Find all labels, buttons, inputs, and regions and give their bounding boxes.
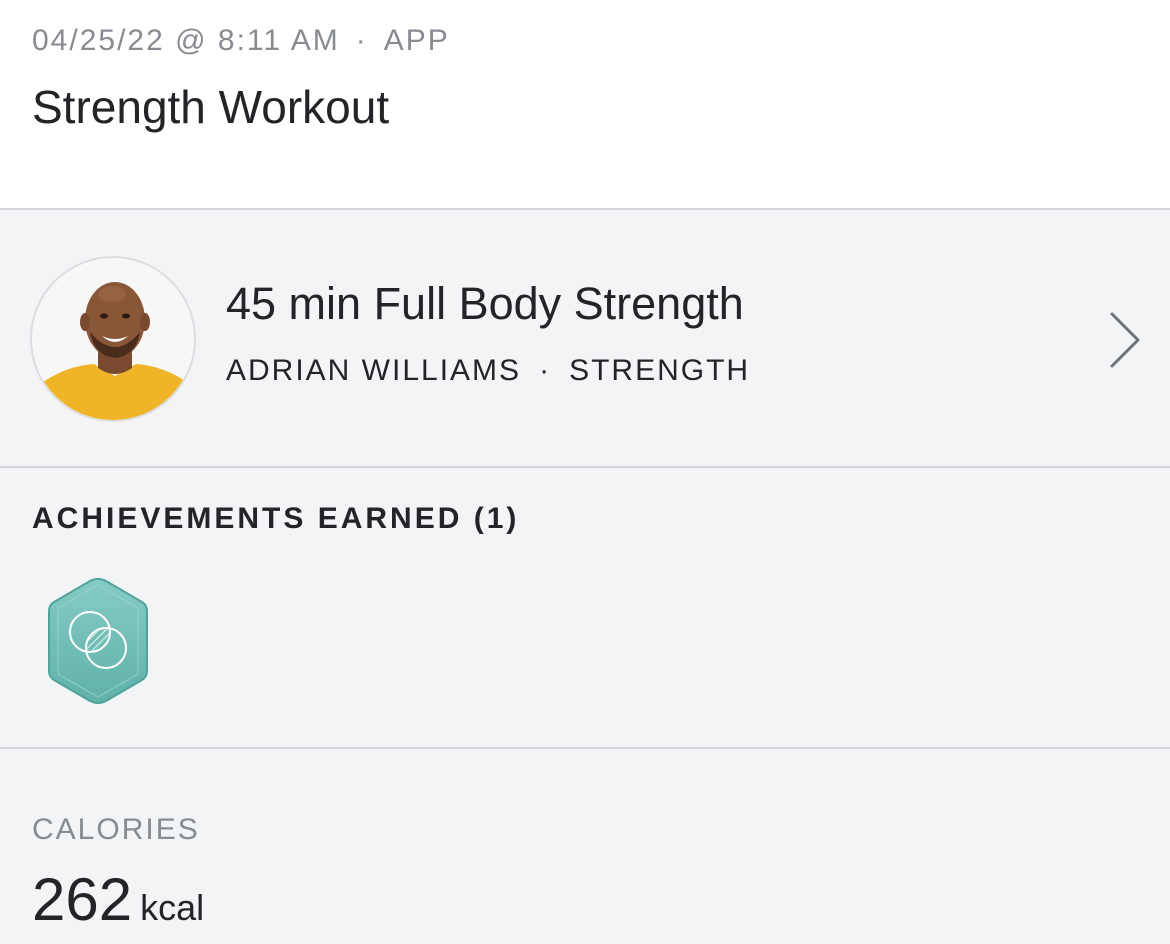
workout-meta: 04/25/22 @ 8:11 AM · APP — [32, 24, 450, 58]
calories-unit: kcal — [140, 887, 205, 928]
calories-section: CALORIES 262 kcal — [0, 749, 1170, 944]
overlapping-circles-badge-icon[interactable] — [46, 576, 150, 706]
page-title: Strength Workout — [32, 81, 390, 133]
chevron-right-icon[interactable] — [1106, 310, 1146, 370]
workout-source: APP — [383, 24, 450, 57]
achievements-section: ACHIEVEMENTS EARNED (1) — [0, 468, 1170, 749]
class-detail-row[interactable]: 45 min Full Body Strength ADRIAN WILLIAM… — [0, 210, 1170, 468]
instructor-avatar — [30, 256, 196, 422]
instructor-name: ADRIAN WILLIAMS — [226, 354, 522, 387]
calories-number: 262 — [32, 866, 133, 933]
instructor-avatar-icon — [33, 259, 194, 420]
class-discipline: STRENGTH — [569, 354, 751, 387]
achievements-title: ACHIEVEMENTS EARNED (1) — [32, 502, 520, 535]
subtitle-separator: · — [539, 354, 552, 387]
calories-value: 262 kcal — [32, 865, 204, 934]
meta-separator: · — [355, 24, 368, 57]
calories-label: CALORIES — [32, 813, 200, 846]
workout-header: 04/25/22 @ 8:11 AM · APP Strength Workout — [0, 0, 1170, 210]
class-title: 45 min Full Body Strength — [226, 278, 744, 329]
workout-datetime: 04/25/22 @ 8:11 AM — [32, 24, 340, 57]
class-subtitle: ADRIAN WILLIAMS · STRENGTH — [226, 354, 750, 388]
